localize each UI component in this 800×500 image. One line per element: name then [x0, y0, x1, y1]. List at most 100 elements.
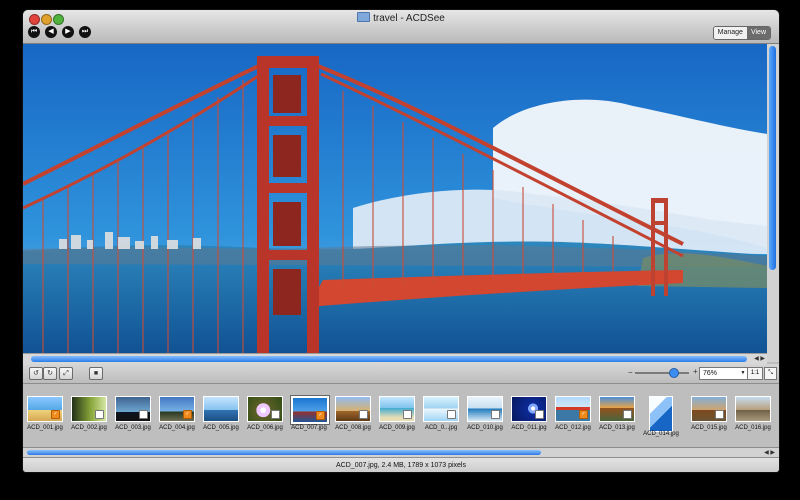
thumbnail-item[interactable]: ACD_016.jpg	[731, 394, 775, 442]
thumbnail-item[interactable]: ACD_006.jpg	[243, 394, 287, 442]
file-icon	[623, 410, 632, 419]
zoom-out-icon[interactable]: −	[628, 368, 633, 377]
full-screen-button[interactable]: ⤡	[764, 367, 777, 380]
vertical-scroll-thumb[interactable]	[769, 46, 776, 270]
folder-icon	[357, 12, 371, 22]
thumbnail-label: ACD_007.jpg	[291, 425, 327, 431]
thumbnail-image	[423, 396, 459, 422]
thumbnail-image	[735, 396, 771, 422]
thumbnail-label: ACD_002.jpg	[71, 425, 107, 431]
view-tab[interactable]: View	[746, 27, 770, 39]
thumbnail-item[interactable]: ACD_003.jpg	[111, 394, 155, 442]
zoom-slider[interactable]	[635, 368, 689, 378]
thumbnail-item[interactable]: ✓ ACD_001.jpg	[23, 394, 67, 442]
thumbnail-item[interactable]: ACD_015.jpg	[687, 394, 731, 442]
thumbnail-label: ACD_009.jpg	[379, 425, 415, 431]
horizontal-scroll-arrows[interactable]: ◀ ▶	[754, 355, 765, 362]
zoom-slider-thumb[interactable]	[669, 368, 679, 378]
vertical-scrollbar[interactable]	[767, 44, 779, 362]
thumbnail-image	[649, 396, 673, 432]
thumbnail-label: ACD_013.jpg	[599, 425, 635, 431]
thumbnail-label: ACD_006.jpg	[247, 425, 283, 431]
zoom-dropdown[interactable]: 76% ▼	[699, 367, 750, 380]
golden-gate-image	[23, 44, 767, 362]
file-icon	[139, 410, 148, 419]
thumbnail-label: ACD_005.jpg	[203, 425, 239, 431]
thumbnail-strip[interactable]: ✓ ACD_001.jpg ACD_002.jpg ACD_003.jpg ✓ …	[23, 384, 779, 447]
thumbnail-image	[691, 396, 727, 422]
thumbnail-item[interactable]: ACD_013.jpg	[595, 394, 639, 442]
thumbnail-label: ACD_010.jpg	[467, 425, 503, 431]
file-icon	[359, 410, 368, 419]
zoom-value: 76%	[703, 370, 718, 377]
thumbnail-item[interactable]: ✓ ACD_007.jpg	[287, 394, 331, 442]
thumbnail-item[interactable]: ACD_002.jpg	[67, 394, 111, 442]
status-text: ACD_007.jpg, 2.4 MB, 1789 x 1073 pixels	[336, 462, 466, 469]
thumbnail-image	[71, 396, 107, 422]
thumbnail-image	[379, 396, 415, 422]
thumbnail-item[interactable]: ACD_011.jpg	[507, 394, 551, 442]
thumbnail-scroll-arrows[interactable]: ◀ ▶	[764, 449, 775, 456]
title-bar: travel - ACDSee ⏮ ◀ ▶ ⏭ Manage View	[23, 10, 779, 44]
thumbnail-image-selected: ✓	[291, 396, 329, 424]
thumbnail-label: ACD_008.jpg	[335, 425, 371, 431]
thumbnail-image: ✓	[159, 396, 195, 422]
thumbnail-label: ACD_015.jpg	[691, 425, 727, 431]
thumbnail-label: ACD_004.jpg	[159, 425, 195, 431]
image-viewer[interactable]	[23, 44, 767, 362]
thumbnail-item[interactable]: ACD_0...jpg	[419, 394, 463, 442]
chevron-down-icon: ▼	[740, 370, 746, 376]
file-icon	[535, 410, 544, 419]
viewer-toolbar: ↺ ↻ ⤢ ■ − + 76% ▼ 1:1 ⤡	[23, 364, 779, 384]
thumbnail-image	[599, 396, 635, 422]
file-icon	[95, 410, 104, 419]
window-title: travel - ACDSee	[373, 13, 445, 24]
thumbnail-label: ACD_014.jpg	[643, 431, 679, 437]
thumbnail-image: ✓	[27, 396, 63, 422]
thumbnail-image	[467, 396, 503, 422]
thumbnail-image	[247, 396, 283, 422]
thumbnail-image	[511, 396, 547, 422]
file-icon	[271, 410, 280, 419]
thumbnail-label: ACD_003.jpg	[115, 425, 151, 431]
status-bar: ACD_007.jpg, 2.4 MB, 1789 x 1073 pixels	[23, 457, 779, 472]
checkmark-icon: ✓	[316, 411, 325, 420]
thumbnail-label: ACD_016.jpg	[735, 425, 771, 431]
rotate-right-button[interactable]: ↻	[43, 367, 57, 380]
thumbnail-item[interactable]: ACD_008.jpg	[331, 394, 375, 442]
window-title-wrap: travel - ACDSee	[23, 12, 779, 25]
manage-tab[interactable]: Manage	[713, 27, 747, 39]
thumbnail-item[interactable]: ✓ ACD_012.jpg	[551, 394, 595, 442]
last-image-button[interactable]: ⏭	[79, 26, 91, 38]
checkmark-icon: ✓	[183, 410, 192, 419]
mode-switch[interactable]: Manage View	[712, 26, 771, 40]
thumbnail-image	[203, 396, 239, 422]
thumbnail-image	[115, 396, 151, 422]
thumbnail-scroll-thumb[interactable]	[27, 450, 541, 455]
thumbnail-item[interactable]: ACD_010.jpg	[463, 394, 507, 442]
thumbnail-label: ACD_001.jpg	[27, 425, 63, 431]
thumbnail-item[interactable]: ACD_005.jpg	[199, 394, 243, 442]
next-image-button[interactable]: ▶	[62, 26, 74, 38]
thumbnail-label: ACD_012.jpg	[555, 425, 591, 431]
rotate-left-button[interactable]: ↺	[29, 367, 43, 380]
acdsee-window: travel - ACDSee ⏮ ◀ ▶ ⏭ Manage View ◀ ▶ …	[23, 10, 779, 472]
thumbnail-item[interactable]: ACD_009.jpg	[375, 394, 419, 442]
thumbnail-image: ✓	[555, 396, 591, 422]
previous-image-button[interactable]: ◀	[45, 26, 57, 38]
checkmark-icon: ✓	[51, 410, 60, 419]
thumbnail-item[interactable]: ACD_014.jpg	[639, 394, 683, 442]
fit-image-button[interactable]: ⤢	[59, 367, 73, 380]
actual-size-button[interactable]: 1:1	[747, 367, 763, 380]
zoom-in-icon[interactable]: +	[693, 367, 698, 376]
stop-button[interactable]: ■	[89, 367, 103, 380]
first-image-button[interactable]: ⏮	[28, 26, 40, 38]
horizontal-scroll-thumb[interactable]	[31, 356, 747, 362]
file-icon	[715, 410, 724, 419]
thumbnail-label: ACD_0...jpg	[424, 425, 458, 431]
checkmark-icon: ✓	[579, 410, 588, 419]
thumbnail-item[interactable]: ✓ ACD_004.jpg	[155, 394, 199, 442]
thumbnail-image	[335, 396, 371, 422]
thumbnail-label: ACD_011.jpg	[511, 425, 547, 431]
file-icon	[491, 410, 500, 419]
